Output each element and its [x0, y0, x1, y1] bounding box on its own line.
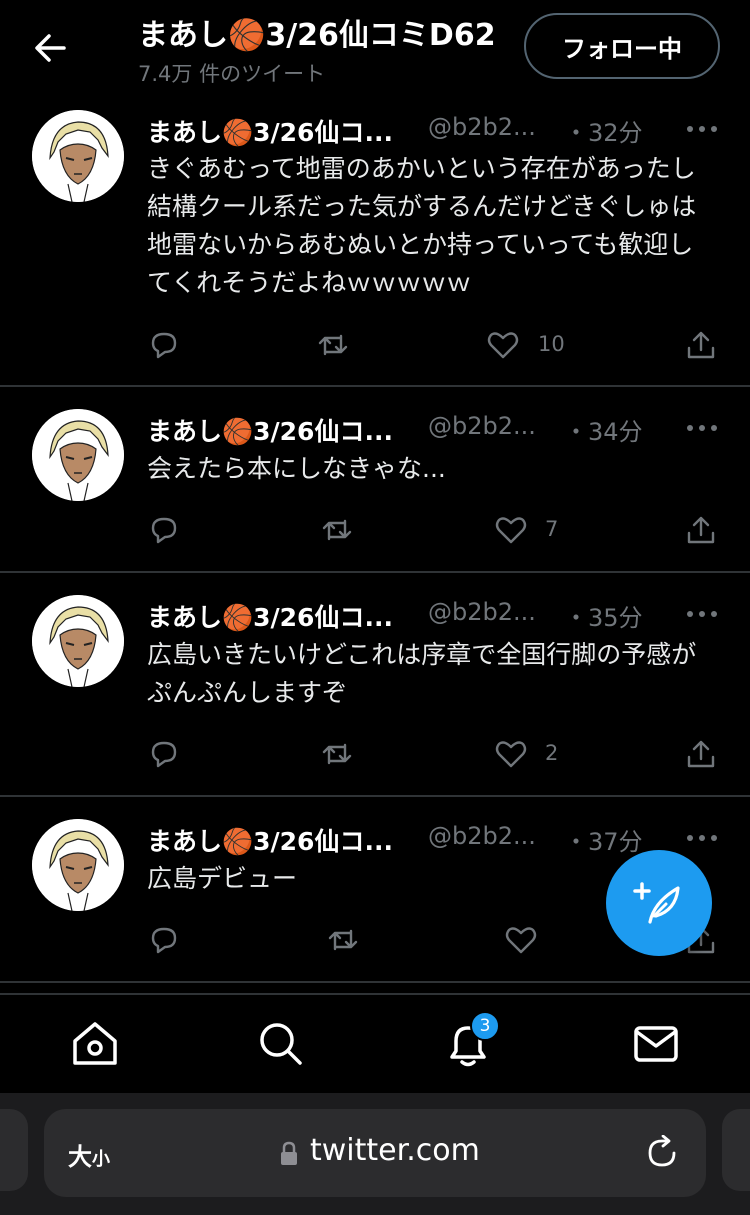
avatar[interactable] — [32, 595, 124, 687]
like-icon[interactable] — [494, 737, 528, 771]
tweet-author-handle[interactable]: @b2b2... — [428, 412, 536, 440]
tweet-text: きぐあむって地雷のあかいという存在があったし結構クール系だった気がするんだけどき… — [147, 154, 697, 297]
share-icon[interactable] — [684, 513, 718, 547]
retweet-icon[interactable] — [326, 923, 360, 957]
next-tab[interactable] — [722, 1109, 750, 1191]
like-count: 7 — [545, 517, 559, 541]
tweet-author-name[interactable]: まあし🏀3/26仙コ... — [147, 113, 393, 149]
previous-tab[interactable] — [0, 1109, 28, 1191]
like-count: 10 — [538, 332, 565, 356]
url-text[interactable]: twitter.com — [310, 1133, 480, 1168]
notification-badge: 3 — [470, 1011, 500, 1041]
more-icon[interactable] — [686, 124, 718, 134]
avatar[interactable] — [32, 110, 124, 202]
tweet-timestamp[interactable]: ・35分 — [564, 598, 643, 633]
reload-icon[interactable] — [644, 1135, 680, 1171]
tweet-count: 7.4万 件のツイート — [138, 62, 326, 86]
like-count: 2 — [545, 741, 559, 765]
tweet-text: 広島いきたいけどこれは序章で全国行脚の予感がぷんぷんしますぞ — [147, 640, 697, 707]
back-arrow-icon[interactable] — [30, 28, 70, 68]
following-button[interactable]: フォロー中 — [524, 13, 720, 79]
bottom-navigation — [0, 993, 750, 1093]
tweet-item[interactable]: まあし🏀3/26仙コ... @b2b2... ・35分 広島いきたいけどこれは序… — [0, 573, 750, 797]
tweet-timestamp[interactable]: ・32分 — [564, 113, 643, 148]
retweet-icon[interactable] — [316, 328, 350, 362]
more-icon[interactable] — [686, 423, 718, 433]
more-icon[interactable] — [686, 833, 718, 843]
tweet-author-name[interactable]: まあし🏀3/26仙コ... — [147, 598, 393, 634]
tweet-timestamp[interactable]: ・37分 — [564, 822, 643, 857]
tweet-item[interactable]: まあし🏀3/26仙コ... @b2b2... ・32分 きぐあむって地雷のあかい… — [0, 96, 750, 387]
avatar[interactable] — [32, 819, 124, 911]
tweet-author-handle[interactable]: @b2b2... — [428, 822, 536, 850]
compose-tweet-button[interactable] — [606, 850, 712, 956]
tweet-text: 会えたら本にしなきゃな... — [147, 454, 446, 483]
tweet-author-handle[interactable]: @b2b2... — [428, 113, 536, 141]
text-size-button[interactable]: 大小 — [68, 1137, 110, 1172]
tweet-author-name[interactable]: まあし🏀3/26仙コ... — [147, 412, 393, 448]
browser-toolbar: 大小 twitter.com — [0, 1093, 750, 1215]
tweet-item[interactable]: まあし🏀3/26仙コ... @b2b2... ・34分 会えたら本にしなきゃな.… — [0, 387, 750, 573]
retweet-icon[interactable] — [320, 513, 354, 547]
tweet-timestamp[interactable]: ・34分 — [564, 412, 643, 447]
profile-name: まあし🏀3/26仙コミD62 — [138, 18, 496, 53]
share-icon[interactable] — [684, 737, 718, 771]
messages-icon[interactable] — [631, 1019, 681, 1069]
reply-icon[interactable] — [147, 513, 181, 547]
avatar[interactable] — [32, 409, 124, 501]
retweet-icon[interactable] — [320, 737, 354, 771]
compose-icon — [633, 882, 680, 924]
like-icon[interactable] — [486, 328, 520, 362]
search-icon[interactable] — [256, 1019, 306, 1069]
tweet-author-handle[interactable]: @b2b2... — [428, 598, 536, 626]
share-icon[interactable] — [684, 328, 718, 362]
like-icon[interactable] — [494, 513, 528, 547]
tweet-author-name[interactable]: まあし🏀3/26仙コ... — [147, 822, 393, 858]
more-icon[interactable] — [686, 609, 718, 619]
reply-icon[interactable] — [147, 737, 181, 771]
address-bar[interactable]: 大小 twitter.com — [44, 1109, 706, 1197]
home-icon[interactable] — [70, 1019, 120, 1069]
reply-icon[interactable] — [147, 923, 181, 957]
reply-icon[interactable] — [147, 328, 181, 362]
lock-icon — [281, 1141, 297, 1165]
profile-header: まあし🏀3/26仙コミD62 7.4万 件のツイート フォロー中 — [0, 0, 750, 96]
like-icon[interactable] — [504, 923, 538, 957]
